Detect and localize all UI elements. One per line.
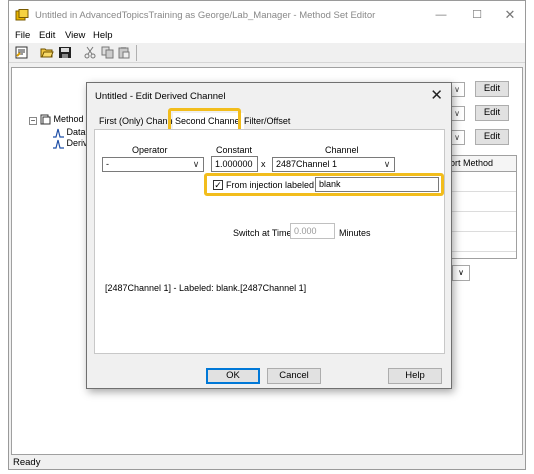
status-text: Ready [13,457,41,468]
app-icon [15,9,29,21]
chevron-down-icon: ∨ [383,159,391,169]
tree-item-data[interactable]: Data [53,127,86,138]
channel-value: 2487Channel 1 [276,159,338,169]
cancel-button[interactable]: Cancel [267,368,321,384]
menu-file[interactable]: File [15,30,30,41]
toolbar-separator [136,45,137,61]
operator-select[interactable]: - ∨ [102,157,204,172]
edit-button-2[interactable]: Edit [475,105,509,121]
save-icon[interactable] [58,46,72,59]
method-set-icon [40,114,51,125]
peak-icon [53,128,64,138]
chevron-down-icon: ∨ [192,159,200,169]
help-button[interactable]: Help [388,368,442,384]
channel-label: Channel [325,145,359,155]
tree-item-derived[interactable]: Deriv [53,138,88,149]
constant-input[interactable]: 1.000000 [211,156,258,172]
toolbar [9,43,525,63]
from-injection-checkbox[interactable]: ✓ [213,180,223,190]
chevron-down-icon: ∨ [454,109,460,118]
tree-item-data-label: Data [66,127,86,137]
tree-item-derived-label: Deriv [66,138,88,148]
background-dropdown[interactable]: ∨ [452,265,470,281]
constant-label: Constant [216,145,253,155]
operator-value: - [106,159,109,169]
tree-collapse-toggle[interactable]: − [29,117,37,125]
edit-button-3[interactable]: Edit [475,129,509,145]
channel-select[interactable]: 2487Channel 1 ∨ [272,157,395,172]
menu-help[interactable]: Help [93,30,113,41]
menu-view[interactable]: View [65,30,85,41]
chevron-down-icon: ∨ [454,133,460,142]
peak-icon [53,139,64,149]
switch-time-input[interactable]: 0.000 [290,223,335,239]
open-folder-icon[interactable] [40,46,54,59]
multiply-symbol: x [261,159,266,169]
edit-button-1[interactable]: Edit [475,81,509,97]
paste-icon[interactable] [117,46,131,59]
menu-edit[interactable]: Edit [39,30,55,41]
new-icon[interactable] [15,46,29,59]
from-injection-label: From injection labeled [226,180,315,190]
menu-bar: File Edit View Help [9,29,525,43]
operator-label: Operator [132,145,168,155]
window-title: Untitled in AdvancedTopicsTraining as Ge… [35,10,376,21]
minutes-unit-label: Minutes [339,228,371,238]
tree-root-method-set[interactable]: Method S [40,114,92,125]
chevron-down-icon: ∨ [454,85,460,94]
title-bar[interactable]: Untitled in AdvancedTopicsTraining as Ge… [9,1,525,29]
dialog-title: Untitled - Edit Derived Channel [95,91,226,102]
edit-derived-channel-dialog: Untitled - Edit Derived Channel ✕ First … [86,82,452,389]
copy-icon[interactable] [101,46,115,59]
injection-label-input[interactable]: blank [315,177,439,192]
ok-button[interactable]: OK [206,368,260,384]
tab-filter-offset[interactable]: Filter/Offset [242,113,292,130]
dialog-close-button[interactable]: ✕ [430,86,443,104]
maximize-button[interactable]: ☐ [467,8,487,22]
minimize-button[interactable]: — [431,8,451,22]
close-window-button[interactable]: ✕ [500,8,520,22]
cut-icon[interactable] [83,46,97,59]
switch-at-time-label: Switch at Time [233,228,292,238]
derived-summary-text: [2487Channel 1] - Labeled: blank.[2487Ch… [105,283,307,293]
